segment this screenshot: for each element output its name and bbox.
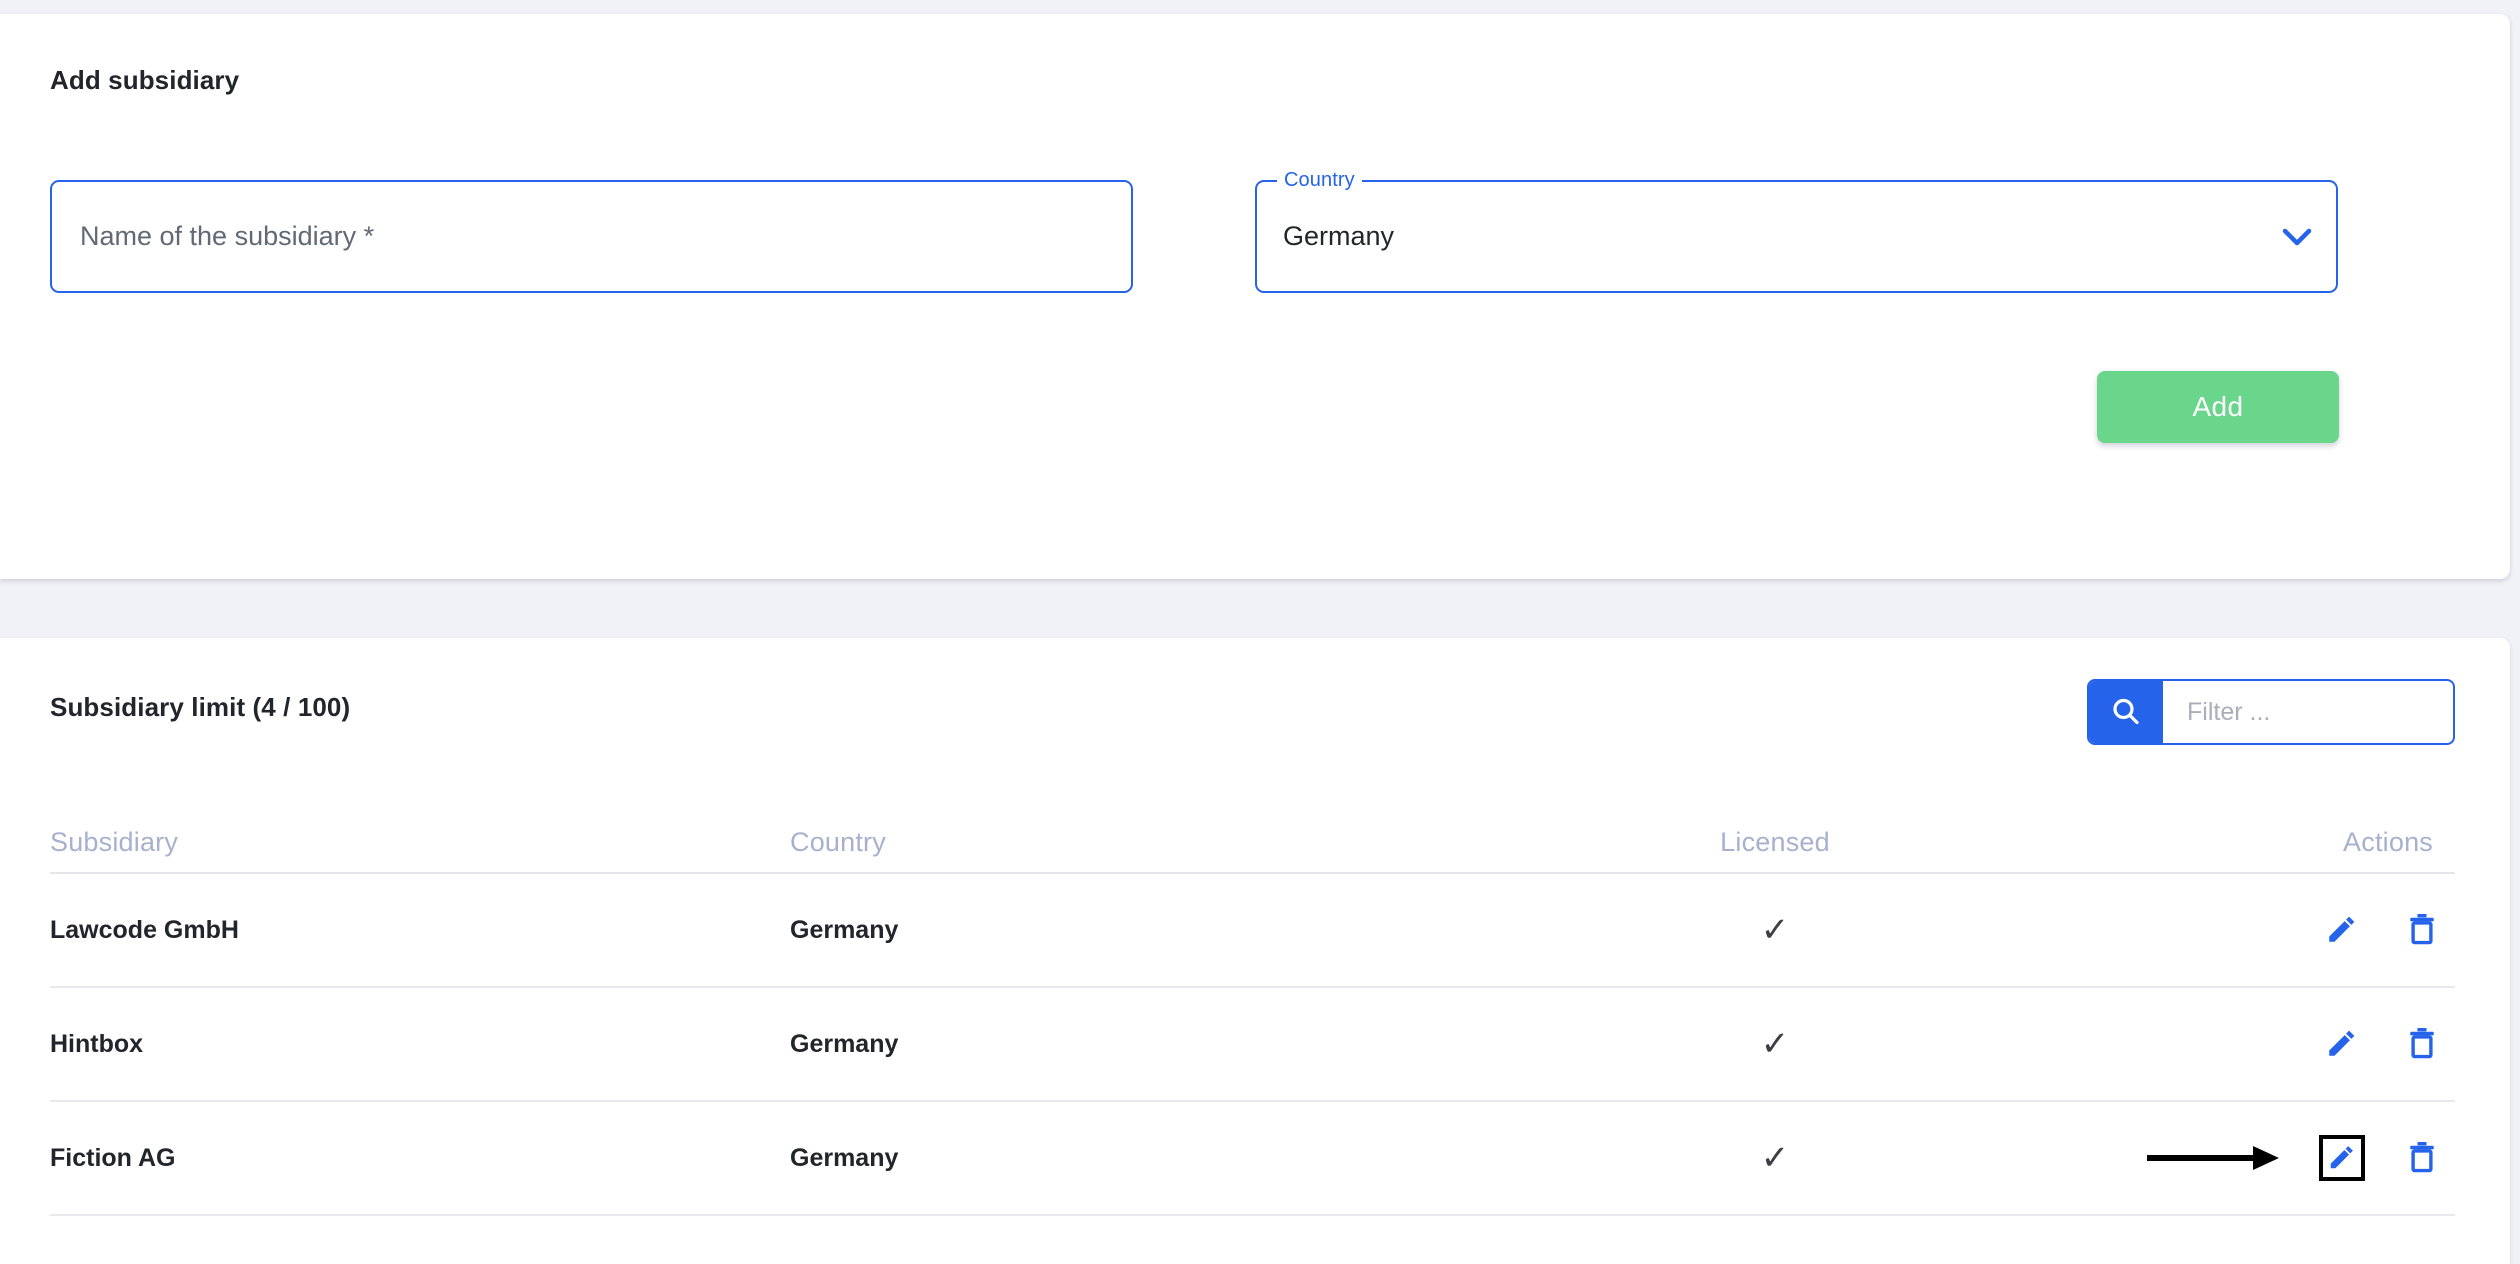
- add-subsidiary-card: [0, 14, 2510, 579]
- cell-licensed-checkmark-icon: ✓: [1760, 1025, 1790, 1063]
- trash-icon: [2406, 912, 2438, 949]
- subsidiary-name-input[interactable]: [52, 182, 1131, 291]
- cell-subsidiary: Fiction AG: [50, 1143, 176, 1172]
- country-select[interactable]: Country Germany: [1255, 167, 2338, 293]
- subsidiary-name-field[interactable]: [50, 180, 1133, 293]
- column-header-subsidiary: Subsidiary: [50, 826, 179, 857]
- edit-row-button[interactable]: [2319, 1021, 2365, 1067]
- country-select-value: Germany: [1283, 221, 1395, 251]
- table-row: Fiction AG Germany ✓: [50, 1102, 2455, 1216]
- page-title: Add subsidiary: [50, 65, 240, 95]
- page-root: Add subsidiary Country Germany Add Subsi…: [0, 0, 2520, 1264]
- cell-actions: [2025, 1021, 2455, 1067]
- cell-subsidiary: Hintbox: [50, 1029, 144, 1058]
- delete-row-button[interactable]: [2399, 1135, 2445, 1181]
- delete-row-button[interactable]: [2399, 907, 2445, 953]
- add-button[interactable]: Add: [2097, 371, 2339, 443]
- table-row: Lawcode GmbH Germany ✓: [50, 874, 2455, 988]
- subsidiary-table: Subsidiary Country Licensed Actions Lawc…: [50, 812, 2455, 1216]
- cell-licensed-checkmark-icon: ✓: [1760, 911, 1790, 949]
- country-select-outline: [1255, 180, 2338, 293]
- column-header-country: Country: [790, 826, 886, 857]
- cell-country: Germany: [790, 1029, 899, 1058]
- cell-country: Germany: [790, 1143, 899, 1172]
- table-row: Hintbox Germany ✓: [50, 988, 2455, 1102]
- table-header-row: Subsidiary Country Licensed Actions: [50, 812, 2455, 874]
- pencil-icon: [2325, 912, 2359, 949]
- chevron-down-icon[interactable]: [2282, 180, 2312, 293]
- edit-row-button[interactable]: [2319, 1135, 2365, 1181]
- cell-subsidiary: Lawcode GmbH: [50, 915, 239, 944]
- search-icon[interactable]: [2089, 681, 2163, 743]
- subsidiary-limit-label: Subsidiary limit (4 / 100): [50, 692, 351, 722]
- cell-actions: [2025, 1135, 2455, 1181]
- edit-row-button[interactable]: [2319, 907, 2365, 953]
- pencil-icon: [2327, 1142, 2357, 1175]
- pencil-icon: [2325, 1026, 2359, 1063]
- filter-input[interactable]: [2163, 681, 2453, 743]
- filter-box[interactable]: [2087, 679, 2455, 745]
- trash-icon: [2406, 1026, 2438, 1063]
- cell-country: Germany: [790, 915, 899, 944]
- delete-row-button[interactable]: [2399, 1021, 2445, 1067]
- column-header-actions: Actions: [2343, 826, 2433, 857]
- cell-actions: [2025, 907, 2455, 953]
- column-header-licensed: Licensed: [1720, 826, 1830, 857]
- cell-licensed-checkmark-icon: ✓: [1760, 1139, 1790, 1177]
- trash-icon: [2406, 1140, 2438, 1177]
- annotation-arrow-icon: [2147, 1146, 2279, 1170]
